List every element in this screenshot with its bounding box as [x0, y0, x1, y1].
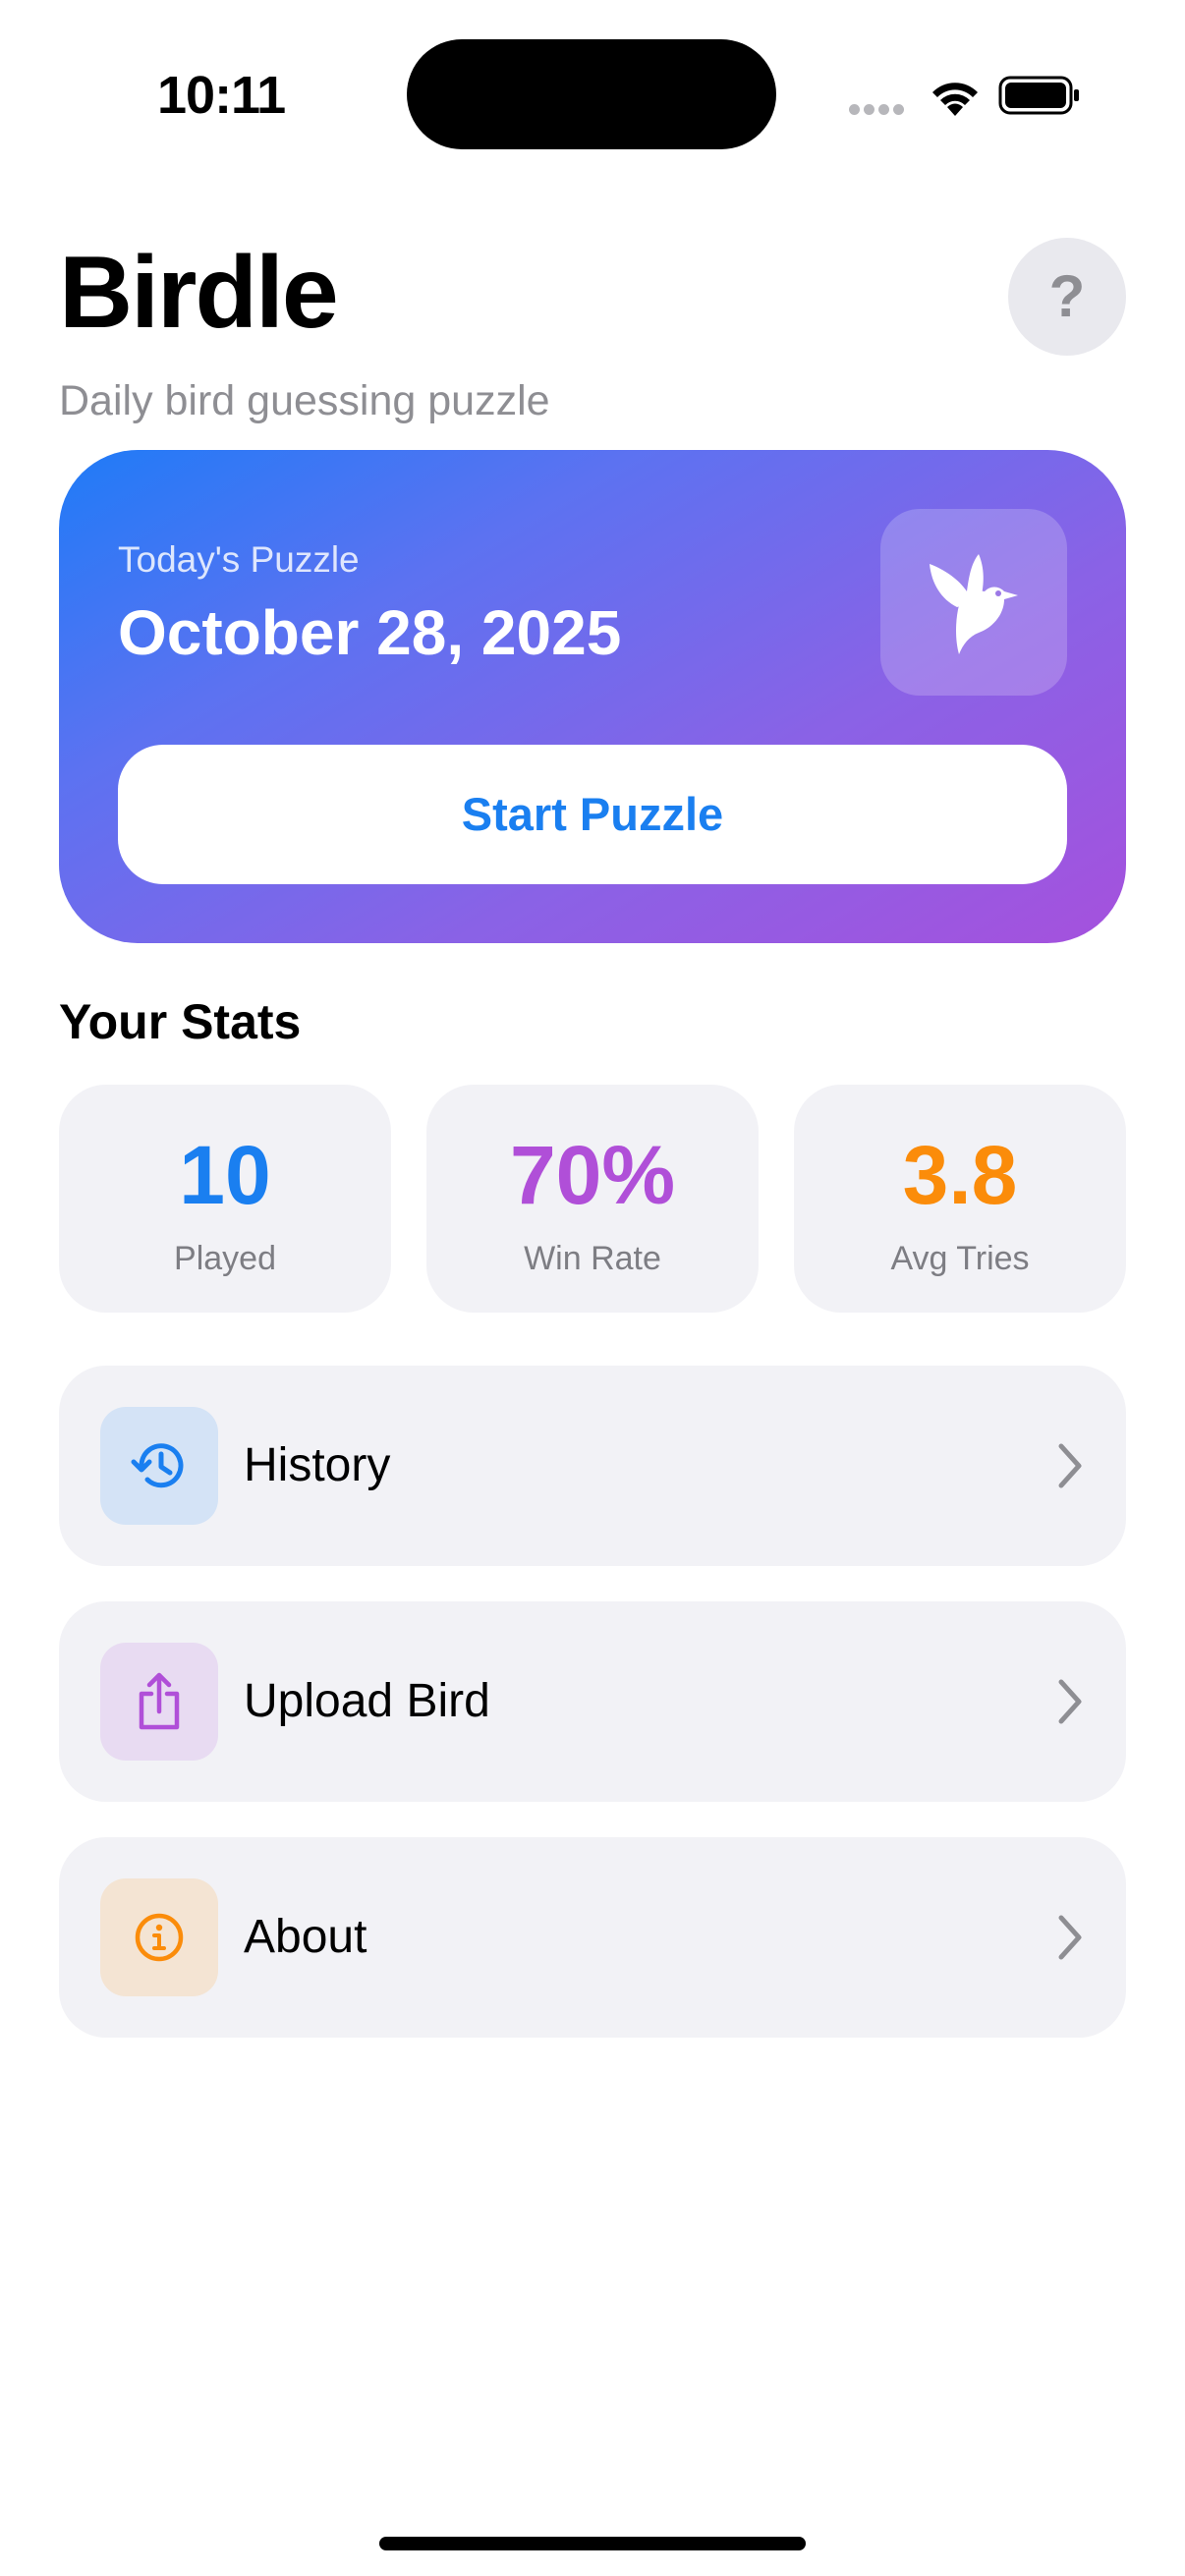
- stat-value-avg-tries: 3.8: [902, 1129, 1018, 1221]
- info-icon: [100, 1878, 218, 1996]
- chevron-right-icon: [1055, 1676, 1085, 1732]
- bird-icon: [880, 509, 1067, 696]
- stat-card-played: 10 Played: [59, 1085, 391, 1313]
- stat-label-avg-tries: Avg Tries: [890, 1240, 1030, 1277]
- status-time: 10:11: [157, 66, 286, 125]
- wifi-icon: [928, 73, 983, 116]
- dynamic-island: [407, 39, 776, 149]
- menu-item-history[interactable]: History: [59, 1366, 1126, 1566]
- cellular-signal-icon: [849, 102, 908, 116]
- page-title: Birdle: [59, 236, 339, 350]
- stat-value-played: 10: [179, 1129, 271, 1221]
- menu-label-upload-bird: Upload Bird: [244, 1675, 490, 1727]
- page-subtitle: Daily bird guessing puzzle: [59, 377, 550, 424]
- stats-heading: Your Stats: [59, 994, 302, 1049]
- menu-item-upload-bird[interactable]: Upload Bird: [59, 1601, 1126, 1802]
- home-indicator[interactable]: [379, 2537, 806, 2550]
- stat-card-win-rate: 70% Win Rate: [426, 1085, 759, 1313]
- chevron-right-icon: [1055, 1912, 1085, 1968]
- puzzle-date: October 28, 2025: [118, 597, 622, 668]
- chevron-right-icon: [1055, 1440, 1085, 1496]
- stat-label-played: Played: [174, 1240, 276, 1277]
- menu-label-about: About: [244, 1911, 367, 1963]
- history-icon: [100, 1407, 218, 1525]
- stat-value-win-rate: 70%: [509, 1129, 676, 1221]
- battery-icon: [998, 75, 1081, 116]
- todays-puzzle-label: Today's Puzzle: [118, 539, 360, 580]
- help-button[interactable]: ?: [1008, 238, 1126, 356]
- stat-card-avg-tries: 3.8 Avg Tries: [794, 1085, 1126, 1313]
- menu-label-history: History: [244, 1439, 391, 1491]
- menu-item-about[interactable]: About: [59, 1837, 1126, 2038]
- share-upload-icon: [100, 1643, 218, 1761]
- stat-label-win-rate: Win Rate: [524, 1240, 661, 1277]
- start-puzzle-button[interactable]: Start Puzzle: [118, 745, 1067, 884]
